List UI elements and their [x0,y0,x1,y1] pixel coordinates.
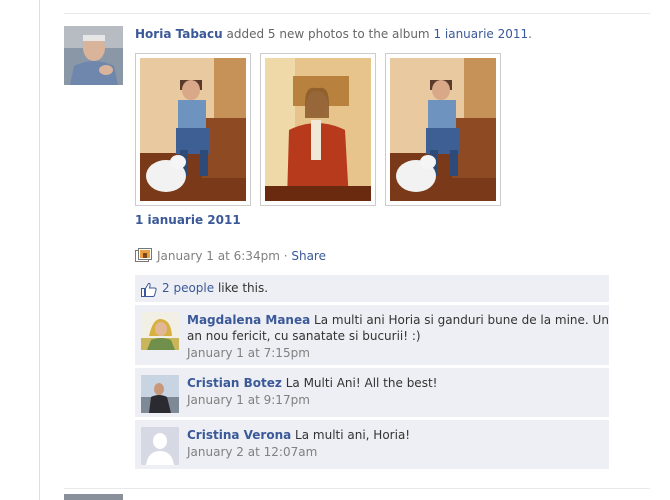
avatar-man-photo-icon [141,375,179,413]
story-headline: Horia Tabacu added 5 new photos to the a… [135,26,615,42]
photo-thumbnail-2[interactable] [260,53,376,206]
feed-divider-top [64,13,650,14]
photo-album-icon [135,247,153,264]
comment-item: Cristian Botez La Multi Ani! All the bes… [135,367,609,417]
actor-avatar-image [64,26,123,85]
story-timestamp[interactable]: January 1 at 6:34pm [157,249,280,263]
comment-body: Cristian Botez La Multi Ani! All the bes… [187,368,609,409]
story-body: Horia Tabacu added 5 new photos to the a… [135,26,615,469]
photo-strip [135,53,505,208]
comment-author-link[interactable]: Magdalena Manea [187,313,310,327]
default-silhouette-avatar-icon [141,427,179,465]
comment-text: La multi ani, Horia! [291,428,411,442]
feedback-panel: 2 people like this. Magdalena Manea La m… [135,275,609,469]
commenter-avatar[interactable] [141,375,179,413]
meta-separator: · [279,249,292,263]
likers-link[interactable]: 2 people [162,281,214,295]
photo-thumbnail-1[interactable] [135,53,251,206]
comment-text: La Multi Ani! All the best! [281,376,438,390]
comment-author-link[interactable]: Cristian Botez [187,376,282,390]
thumbs-up-icon [141,280,157,297]
comment-body: Magdalena Manea La multi ani Horia si ga… [187,305,609,362]
comment-timestamp[interactable]: January 1 at 9:17pm [187,391,609,409]
album-title-link[interactable]: 1 ianuarie 2011 [135,213,241,227]
photo-man-on-sofa-with-dog-icon [390,58,496,201]
likes-row: 2 people like this. [135,275,609,302]
comment-item: Magdalena Manea La multi ani Horia si ga… [135,304,609,365]
headline-period: . [528,27,532,41]
photo-woman-in-red-jacket-icon [265,58,371,201]
comment-timestamp[interactable]: January 2 at 12:07am [187,443,609,461]
likes-suffix: like this. [214,281,269,295]
feed-divider-bottom [64,488,650,489]
comment-author-link[interactable]: Cristina Verona [187,428,291,442]
album-name-link[interactable]: 1 ianuarie 2011 [433,27,528,41]
comment-item: Cristina Verona La multi ani, Horia! Jan… [135,419,609,469]
photo-thumbnail-3[interactable] [385,53,501,206]
next-story-avatar[interactable] [64,494,123,500]
avatar-woman-photo-icon [141,312,179,350]
comment-timestamp[interactable]: January 1 at 7:15pm [187,344,609,362]
photo-man-on-sofa-with-dog-icon [140,58,246,201]
commenter-avatar[interactable] [141,312,179,350]
story-meta: January 1 at 6:34pm · Share [135,247,615,265]
actor-avatar[interactable] [64,26,123,85]
commenter-avatar[interactable] [141,427,179,465]
share-link[interactable]: Share [291,249,326,263]
story-action-text: added 5 new photos to the album [222,27,434,41]
next-story-headline-fragment [190,494,280,500]
actor-name-link[interactable]: Horia Tabacu [135,27,223,41]
comment-body: Cristina Verona La multi ani, Horia! Jan… [187,420,609,461]
left-column-divider [39,0,40,500]
